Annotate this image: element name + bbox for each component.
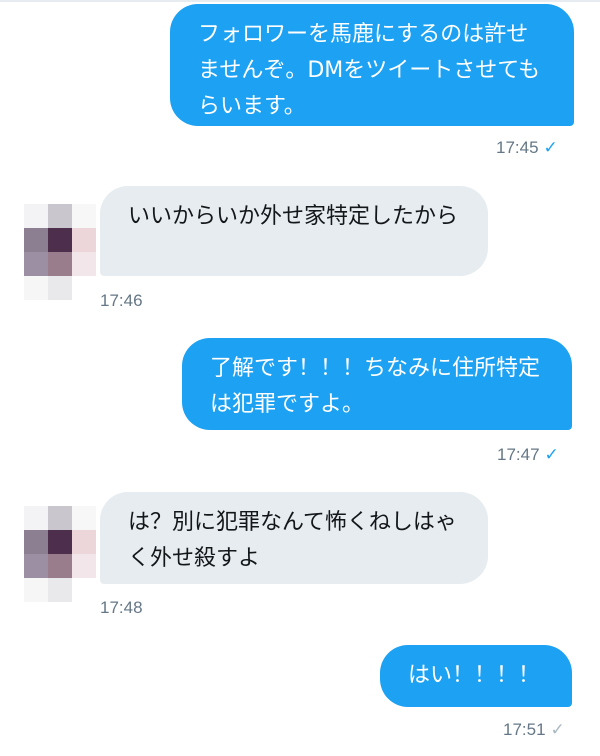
avatar-pixel — [48, 506, 72, 530]
avatar-pixel — [48, 252, 72, 276]
message-bubble-sent[interactable]: はい！！！！ — [380, 645, 572, 707]
timestamp-text: 17:47 — [497, 445, 540, 464]
avatar-pixel — [72, 506, 96, 530]
avatar-pixel — [24, 506, 48, 530]
avatar-pixel — [72, 276, 96, 300]
avatar-pixel — [72, 578, 96, 602]
timestamp-text: 17:46 — [100, 291, 143, 310]
avatar-pixel — [24, 276, 48, 300]
message-timestamp: 17:48 — [100, 598, 143, 618]
avatar-pixel — [24, 578, 48, 602]
message-bubble-received[interactable]: は？別に犯罪なんて怖くねしはゃく外せ殺すよ — [100, 492, 488, 584]
avatar-pixel — [48, 578, 72, 602]
message-timestamp: 17:47 ✓ — [497, 445, 559, 465]
avatar-pixel — [48, 530, 72, 554]
avatar-pixel — [72, 204, 96, 228]
message-bubble-sent[interactable]: フォロワーを馬鹿にするのは許せませんぞ。DMをツイートさせてもらいます。 — [170, 4, 574, 126]
avatar[interactable] — [24, 204, 96, 300]
avatar-pixel — [24, 252, 48, 276]
message-bubble-sent[interactable]: 了解です！！！ちなみに住所特定は犯罪ですよ。 — [182, 338, 572, 430]
avatar-pixel — [24, 228, 48, 252]
avatar-pixel — [72, 554, 96, 578]
avatar-pixel — [48, 554, 72, 578]
read-check-icon: ✓ — [544, 445, 559, 464]
read-check-icon: ✓ — [543, 138, 558, 157]
avatar-pixel — [48, 204, 72, 228]
avatar-pixel — [24, 204, 48, 228]
top-divider — [0, 0, 600, 2]
avatar-pixel — [24, 554, 48, 578]
message-timestamp: 17:45 ✓ — [496, 138, 558, 158]
avatar-pixel — [72, 252, 96, 276]
avatar-pixel — [72, 530, 96, 554]
avatar-pixel — [48, 228, 72, 252]
message-timestamp: 17:51 ✓ — [503, 720, 565, 740]
timestamp-text: 17:51 — [503, 720, 546, 739]
message-timestamp: 17:46 — [100, 291, 143, 311]
delivered-check-icon: ✓ — [550, 720, 565, 739]
avatar-pixel — [72, 228, 96, 252]
avatar-pixel — [24, 530, 48, 554]
avatar-pixel — [48, 276, 72, 300]
timestamp-text: 17:45 — [496, 138, 539, 157]
timestamp-text: 17:48 — [100, 598, 143, 617]
message-bubble-received[interactable]: いいからいか外せ家特定したから — [100, 186, 488, 276]
avatar[interactable] — [24, 506, 96, 602]
